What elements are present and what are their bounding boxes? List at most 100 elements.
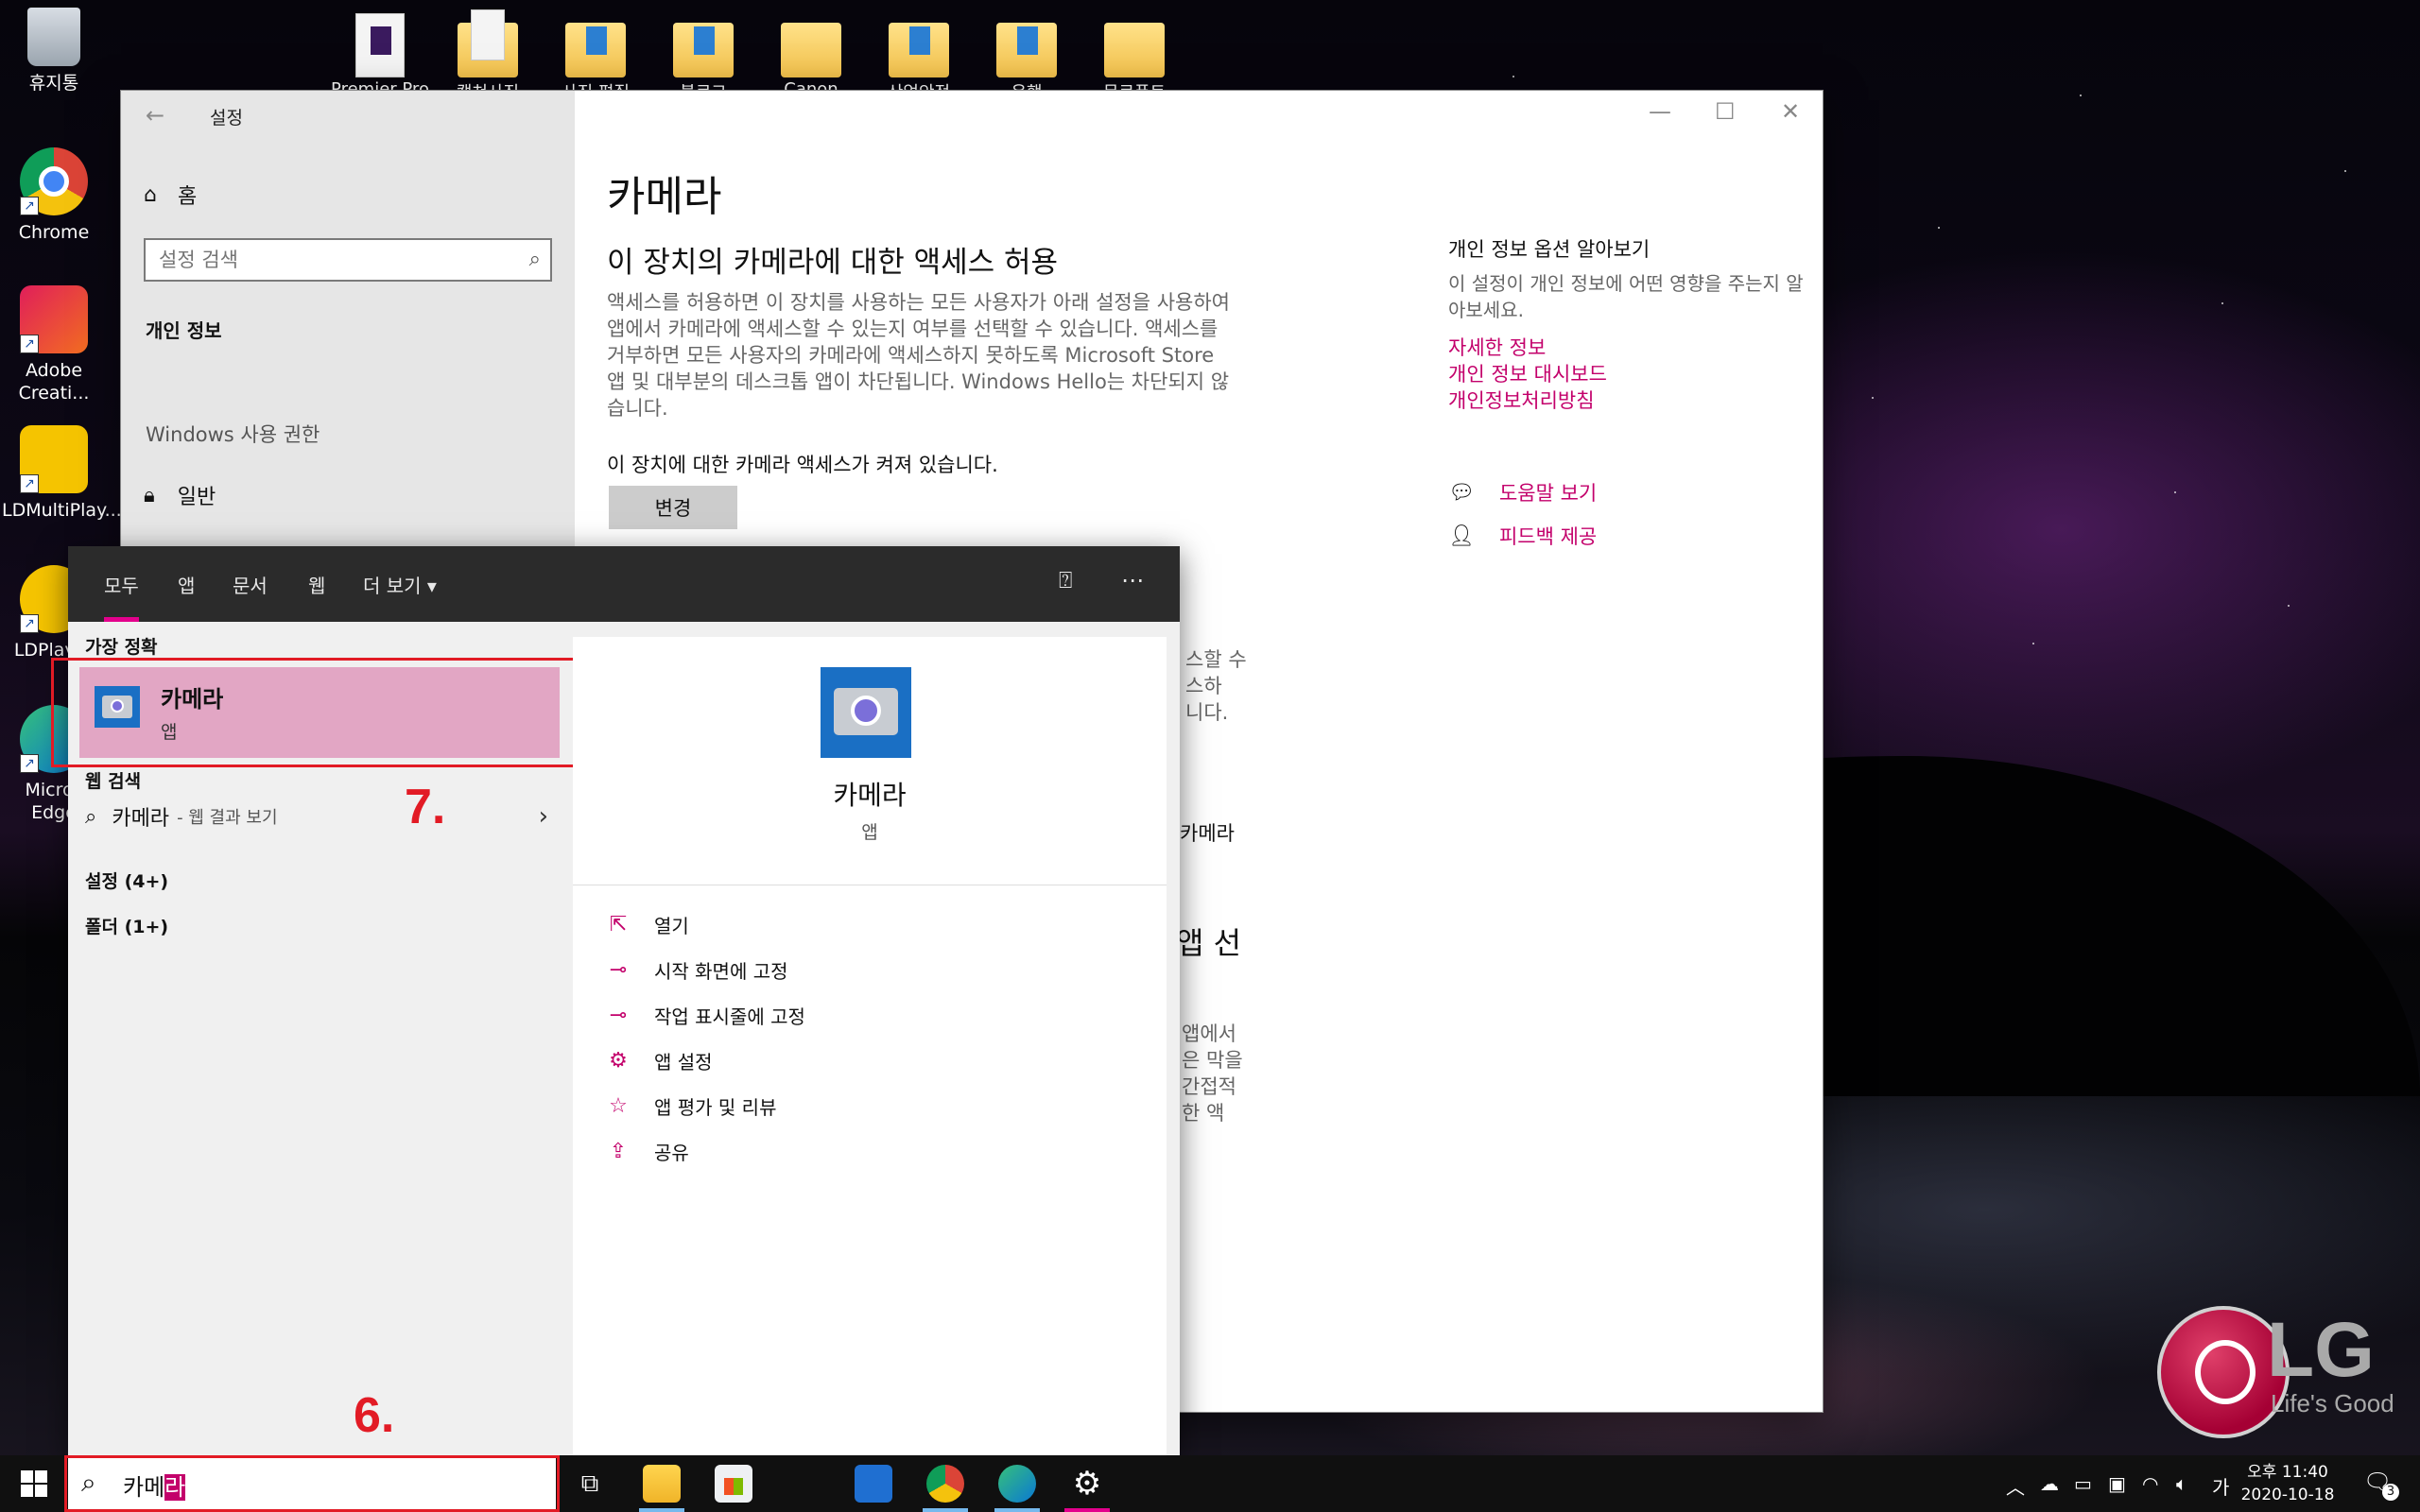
chrome-icon[interactable] bbox=[926, 1465, 964, 1503]
search-flyout-header: 모두 앱 문서 웹 더 보기 ▾ ⍰ ⋯ bbox=[68, 546, 1180, 622]
privacy-options-desc: 이 설정이 개인 정보에 어떤 영향을 주는지 알아보세요. bbox=[1448, 272, 1804, 321]
preview-app-type: 앱 bbox=[861, 822, 878, 843]
action-pin-taskbar[interactable]: ⊸ 작업 표시줄에 고정 bbox=[607, 1002, 805, 1029]
desktop-icon-folder[interactable] bbox=[458, 9, 518, 81]
taskbar-clock[interactable]: 오후 11:40 2020-10-18 bbox=[2240, 1461, 2335, 1506]
get-help-link[interactable]: 💬︎ 도움말 보기 bbox=[1448, 478, 1597, 507]
shortcut-arrow-icon: ↗ bbox=[20, 474, 39, 493]
clock-time: 오후 11:40 bbox=[2247, 1463, 2328, 1482]
desktop-icon-chrome[interactable]: ↗ Chrome bbox=[2, 147, 106, 244]
action-open[interactable]: ⇱ 열기 bbox=[607, 911, 689, 938]
camera-app-icon bbox=[821, 667, 911, 758]
get-help-label: 도움말 보기 bbox=[1498, 482, 1598, 505]
more-options-icon[interactable]: ⋯ bbox=[1121, 567, 1144, 593]
wifi-icon[interactable]: ◠ bbox=[2142, 1472, 2158, 1495]
running-indicator bbox=[639, 1508, 684, 1512]
taskbar: ⌕ 카메라 ⧉ ⚙ ︿ ☁ ▭ ▣ ◠ 🔈︎ 가 오후 11:40 2020-1… bbox=[0, 1455, 2420, 1512]
star-icon: ☆ bbox=[609, 1094, 628, 1118]
change-button[interactable]: 변경 bbox=[609, 486, 737, 529]
windows-start-icon[interactable] bbox=[21, 1470, 47, 1497]
nav-home[interactable]: ⌂ 홈 bbox=[144, 180, 197, 210]
desktop-icon-recycle-bin[interactable]: 휴지통 bbox=[2, 8, 106, 94]
desktop-icon-ldmultiplayer[interactable]: ↗ LDMultiPlay... bbox=[2, 425, 122, 522]
desktop-icon-folder[interactable] bbox=[781, 9, 841, 81]
search-icon[interactable]: ⌕ bbox=[529, 248, 541, 271]
nav-home-label: 홈 bbox=[177, 185, 198, 209]
category-folders[interactable]: 폴더 (1+) bbox=[85, 913, 168, 938]
lg-tagline: Life's Good bbox=[2271, 1389, 2394, 1418]
feedback-icon[interactable]: ⍰ bbox=[1059, 567, 1072, 593]
settings-search-input[interactable] bbox=[146, 240, 505, 280]
desktop-icon-adobe[interactable]: ↗ Adobe Creati... bbox=[2, 285, 106, 404]
minimize-icon[interactable]: — bbox=[1649, 98, 1671, 125]
mail-icon[interactable] bbox=[855, 1465, 892, 1503]
file-explorer-icon[interactable] bbox=[643, 1465, 681, 1503]
task-view-icon[interactable]: ⧉ bbox=[571, 1465, 609, 1503]
tab-documents[interactable]: 문서 bbox=[233, 571, 268, 598]
link-more-info[interactable]: 자세한 정보 bbox=[1448, 333, 1546, 361]
desktop-icon-label: LDMultiPlay... bbox=[2, 500, 122, 521]
covered-heading: 앱 선 bbox=[1176, 925, 1242, 961]
action-pin-start[interactable]: ⊸ 시작 화면에 고정 bbox=[607, 956, 788, 984]
action-label: 앱 설정 bbox=[654, 1051, 713, 1074]
desktop-icon-folder[interactable] bbox=[996, 9, 1057, 81]
folder-icon bbox=[1104, 23, 1165, 77]
action-rate-review[interactable]: ☆ 앱 평가 및 리뷰 bbox=[607, 1092, 776, 1120]
display-icon[interactable]: ▣ bbox=[2108, 1472, 2126, 1495]
maximize-icon[interactable]: ☐ bbox=[1715, 98, 1736, 125]
volume-icon[interactable]: 🔈︎ bbox=[2176, 1472, 2187, 1495]
give-feedback-label: 피드백 제공 bbox=[1498, 525, 1598, 548]
show-hidden-icons-icon[interactable]: ︿ bbox=[2006, 1472, 2025, 1500]
web-search-item[interactable]: ⌕ 카메라 - 웹 결과 보기 › bbox=[85, 798, 558, 835]
action-label: 공유 bbox=[654, 1142, 689, 1164]
battery-icon[interactable]: ▭ bbox=[2074, 1472, 2092, 1495]
tab-web[interactable]: 웹 bbox=[308, 571, 325, 598]
lock-icon: 🔒︎ bbox=[144, 483, 155, 507]
back-arrow-icon[interactable]: ← bbox=[146, 102, 164, 129]
preview-app-name: 카메라 bbox=[833, 780, 907, 811]
action-app-settings[interactable]: ⚙ 앱 설정 bbox=[607, 1047, 713, 1074]
clock-date: 2020-10-18 bbox=[2240, 1486, 2335, 1504]
settings-icon[interactable]: ⚙ bbox=[1068, 1465, 1106, 1503]
settings-search-box[interactable]: ⌕ bbox=[144, 238, 552, 282]
desktop-icon-premier[interactable] bbox=[350, 9, 410, 81]
desktop-icon-label: Premier Pro bbox=[331, 79, 429, 91]
action-label: 앱 평가 및 리뷰 bbox=[654, 1096, 777, 1119]
chrome-icon: ↗ bbox=[20, 147, 88, 215]
ime-indicator[interactable]: 가 bbox=[2212, 1472, 2229, 1500]
desktop-icon-folder[interactable] bbox=[889, 9, 949, 81]
desktop-icon-folder[interactable] bbox=[1104, 9, 1165, 81]
tab-all[interactable]: 모두 bbox=[104, 571, 139, 622]
give-feedback-link[interactable]: 👤︎ 피드백 제공 bbox=[1448, 522, 1597, 550]
close-icon[interactable]: ✕ bbox=[1781, 98, 1800, 125]
onedrive-icon[interactable]: ☁ bbox=[2040, 1472, 2059, 1495]
covered-text: 카메라 bbox=[1180, 822, 1235, 845]
section-description: 액세스를 허용하면 이 장치를 사용하는 모든 사용자가 아래 설정을 사용하여… bbox=[607, 291, 1230, 420]
help-chat-icon: 💬︎ bbox=[1448, 480, 1475, 505]
desktop-icon-folder[interactable] bbox=[565, 9, 626, 81]
window-title: 설정 bbox=[210, 108, 243, 129]
web-search-label: 웹 검색 bbox=[85, 771, 142, 792]
category-settings[interactable]: 설정 (4+) bbox=[85, 868, 168, 893]
camera-access-status: 이 장치에 대한 카메라 액세스가 켜져 있습니다. bbox=[607, 454, 998, 476]
sidebar-item-general[interactable]: 🔒︎ 일반 bbox=[144, 480, 216, 510]
pin-icon: ⊸ bbox=[609, 958, 628, 982]
folder-icon bbox=[781, 23, 841, 77]
store-icon[interactable] bbox=[715, 1465, 752, 1503]
shortcut-arrow-icon: ↗ bbox=[20, 614, 39, 633]
tab-more[interactable]: 더 보기 ▾ bbox=[363, 571, 437, 598]
desktop-icon-folder[interactable] bbox=[673, 9, 734, 81]
privacy-options-title: 개인 정보 옵션 알아보기 bbox=[1448, 238, 1651, 261]
edge-icon[interactable] bbox=[998, 1465, 1036, 1503]
link-privacy-policy[interactable]: 개인정보처리방침 bbox=[1448, 386, 1595, 414]
action-label: 작업 표시줄에 고정 bbox=[654, 1005, 805, 1028]
link-privacy-dashboard[interactable]: 개인 정보 대시보드 bbox=[1448, 359, 1607, 387]
desktop-icon-label: Adobe Creati... bbox=[18, 360, 90, 404]
tab-more-label: 더 보기 bbox=[363, 575, 422, 597]
action-share[interactable]: ⇪ 공유 bbox=[607, 1138, 689, 1165]
tab-apps[interactable]: 앱 bbox=[178, 571, 195, 598]
annotation-search-box-highlight bbox=[64, 1455, 560, 1512]
nav-section-windows-permissions: Windows 사용 권한 bbox=[146, 423, 320, 446]
app-preview-pane: 카메라 앱 ⇱ 열기 ⊸ 시작 화면에 고정 ⊸ 작업 표시줄에 고정 ⚙ 앱 … bbox=[573, 637, 1167, 1455]
running-indicator bbox=[923, 1508, 968, 1512]
